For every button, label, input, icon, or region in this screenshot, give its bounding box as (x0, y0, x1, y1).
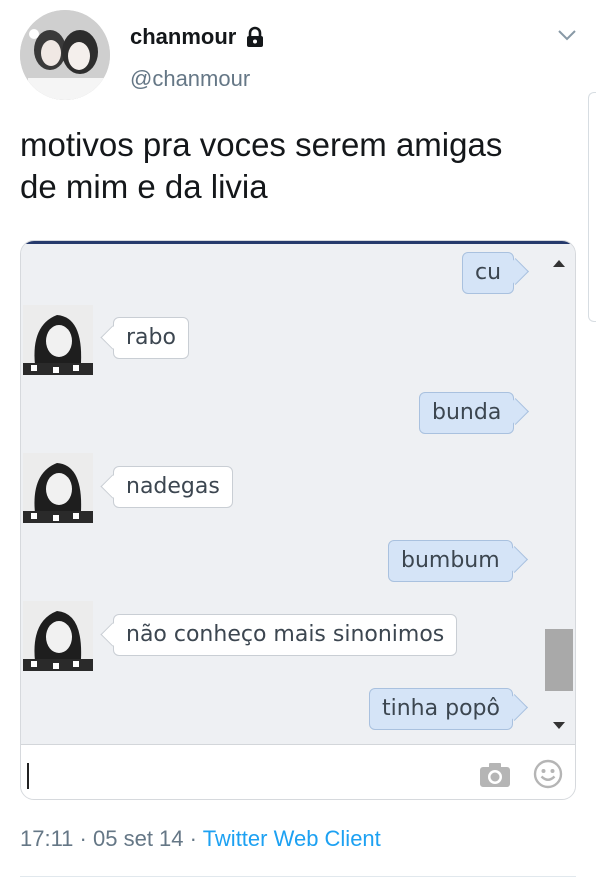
display-name[interactable]: chanmour (130, 24, 236, 50)
scrollbar-thumb[interactable] (545, 629, 573, 691)
message-bubble-received: rabo (113, 317, 189, 359)
message-text: tinha popô (382, 696, 500, 721)
meta-separator: · (189, 826, 197, 851)
message-text: cu (475, 260, 502, 285)
message-text: bumbum (401, 548, 500, 573)
message-bubble-sent: bumbum (388, 540, 513, 582)
tweet-text: motivos pra voces serem amigas de mim e … (20, 124, 580, 208)
display-name-row[interactable]: chanmour (130, 24, 266, 50)
user-handle[interactable]: @chanmour (130, 66, 250, 92)
profile-avatar[interactable] (20, 10, 110, 100)
contact-avatar (23, 305, 93, 375)
message-bubble-sent: tinha popô (369, 688, 513, 730)
message-bubble-sent: bunda (419, 392, 515, 434)
meta-separator: · (79, 826, 87, 851)
message-composer[interactable] (21, 744, 575, 799)
scroll-down-arrow-icon[interactable] (553, 722, 565, 729)
chat-scrollbar[interactable] (541, 244, 575, 744)
tweet-client-link[interactable]: Twitter Web Client (203, 826, 381, 851)
adjacent-panel-edge (588, 92, 596, 322)
attached-chat-screenshot[interactable]: cu rabo bunda nadegas bumbum não conheço… (20, 240, 576, 800)
message-bubble-sent: cu (462, 252, 515, 294)
smiley-icon[interactable] (533, 759, 563, 789)
message-text: rabo (126, 325, 176, 350)
message-text: não conheço mais sinonimos (126, 622, 445, 647)
chevron-down-icon[interactable] (556, 24, 578, 46)
tweet-text-line-2: de mim e da livia (20, 168, 268, 205)
lock-icon (244, 26, 266, 48)
tweet-text-line-1: motivos pra voces serem amigas (20, 126, 503, 163)
contact-avatar (23, 601, 93, 671)
tweet-time[interactable]: 17:11 (20, 826, 73, 851)
message-bubble-received: nadegas (113, 466, 233, 508)
tweet-date[interactable]: 05 set 14 (93, 826, 184, 851)
message-bubble-received: não conheço mais sinonimos (113, 614, 458, 656)
tweet-header: chanmour @chanmour (0, 0, 596, 110)
scroll-up-arrow-icon[interactable] (553, 260, 565, 267)
camera-icon[interactable] (479, 762, 511, 788)
tweet-metadata: 17:11 · 05 set 14 · Twitter Web Client (20, 826, 381, 852)
divider (20, 876, 576, 877)
contact-avatar (23, 453, 93, 523)
chat-message-area: cu rabo bunda nadegas bumbum não conheço… (21, 244, 557, 744)
text-cursor (27, 763, 29, 789)
message-text: nadegas (126, 474, 220, 499)
message-text: bunda (432, 400, 502, 425)
